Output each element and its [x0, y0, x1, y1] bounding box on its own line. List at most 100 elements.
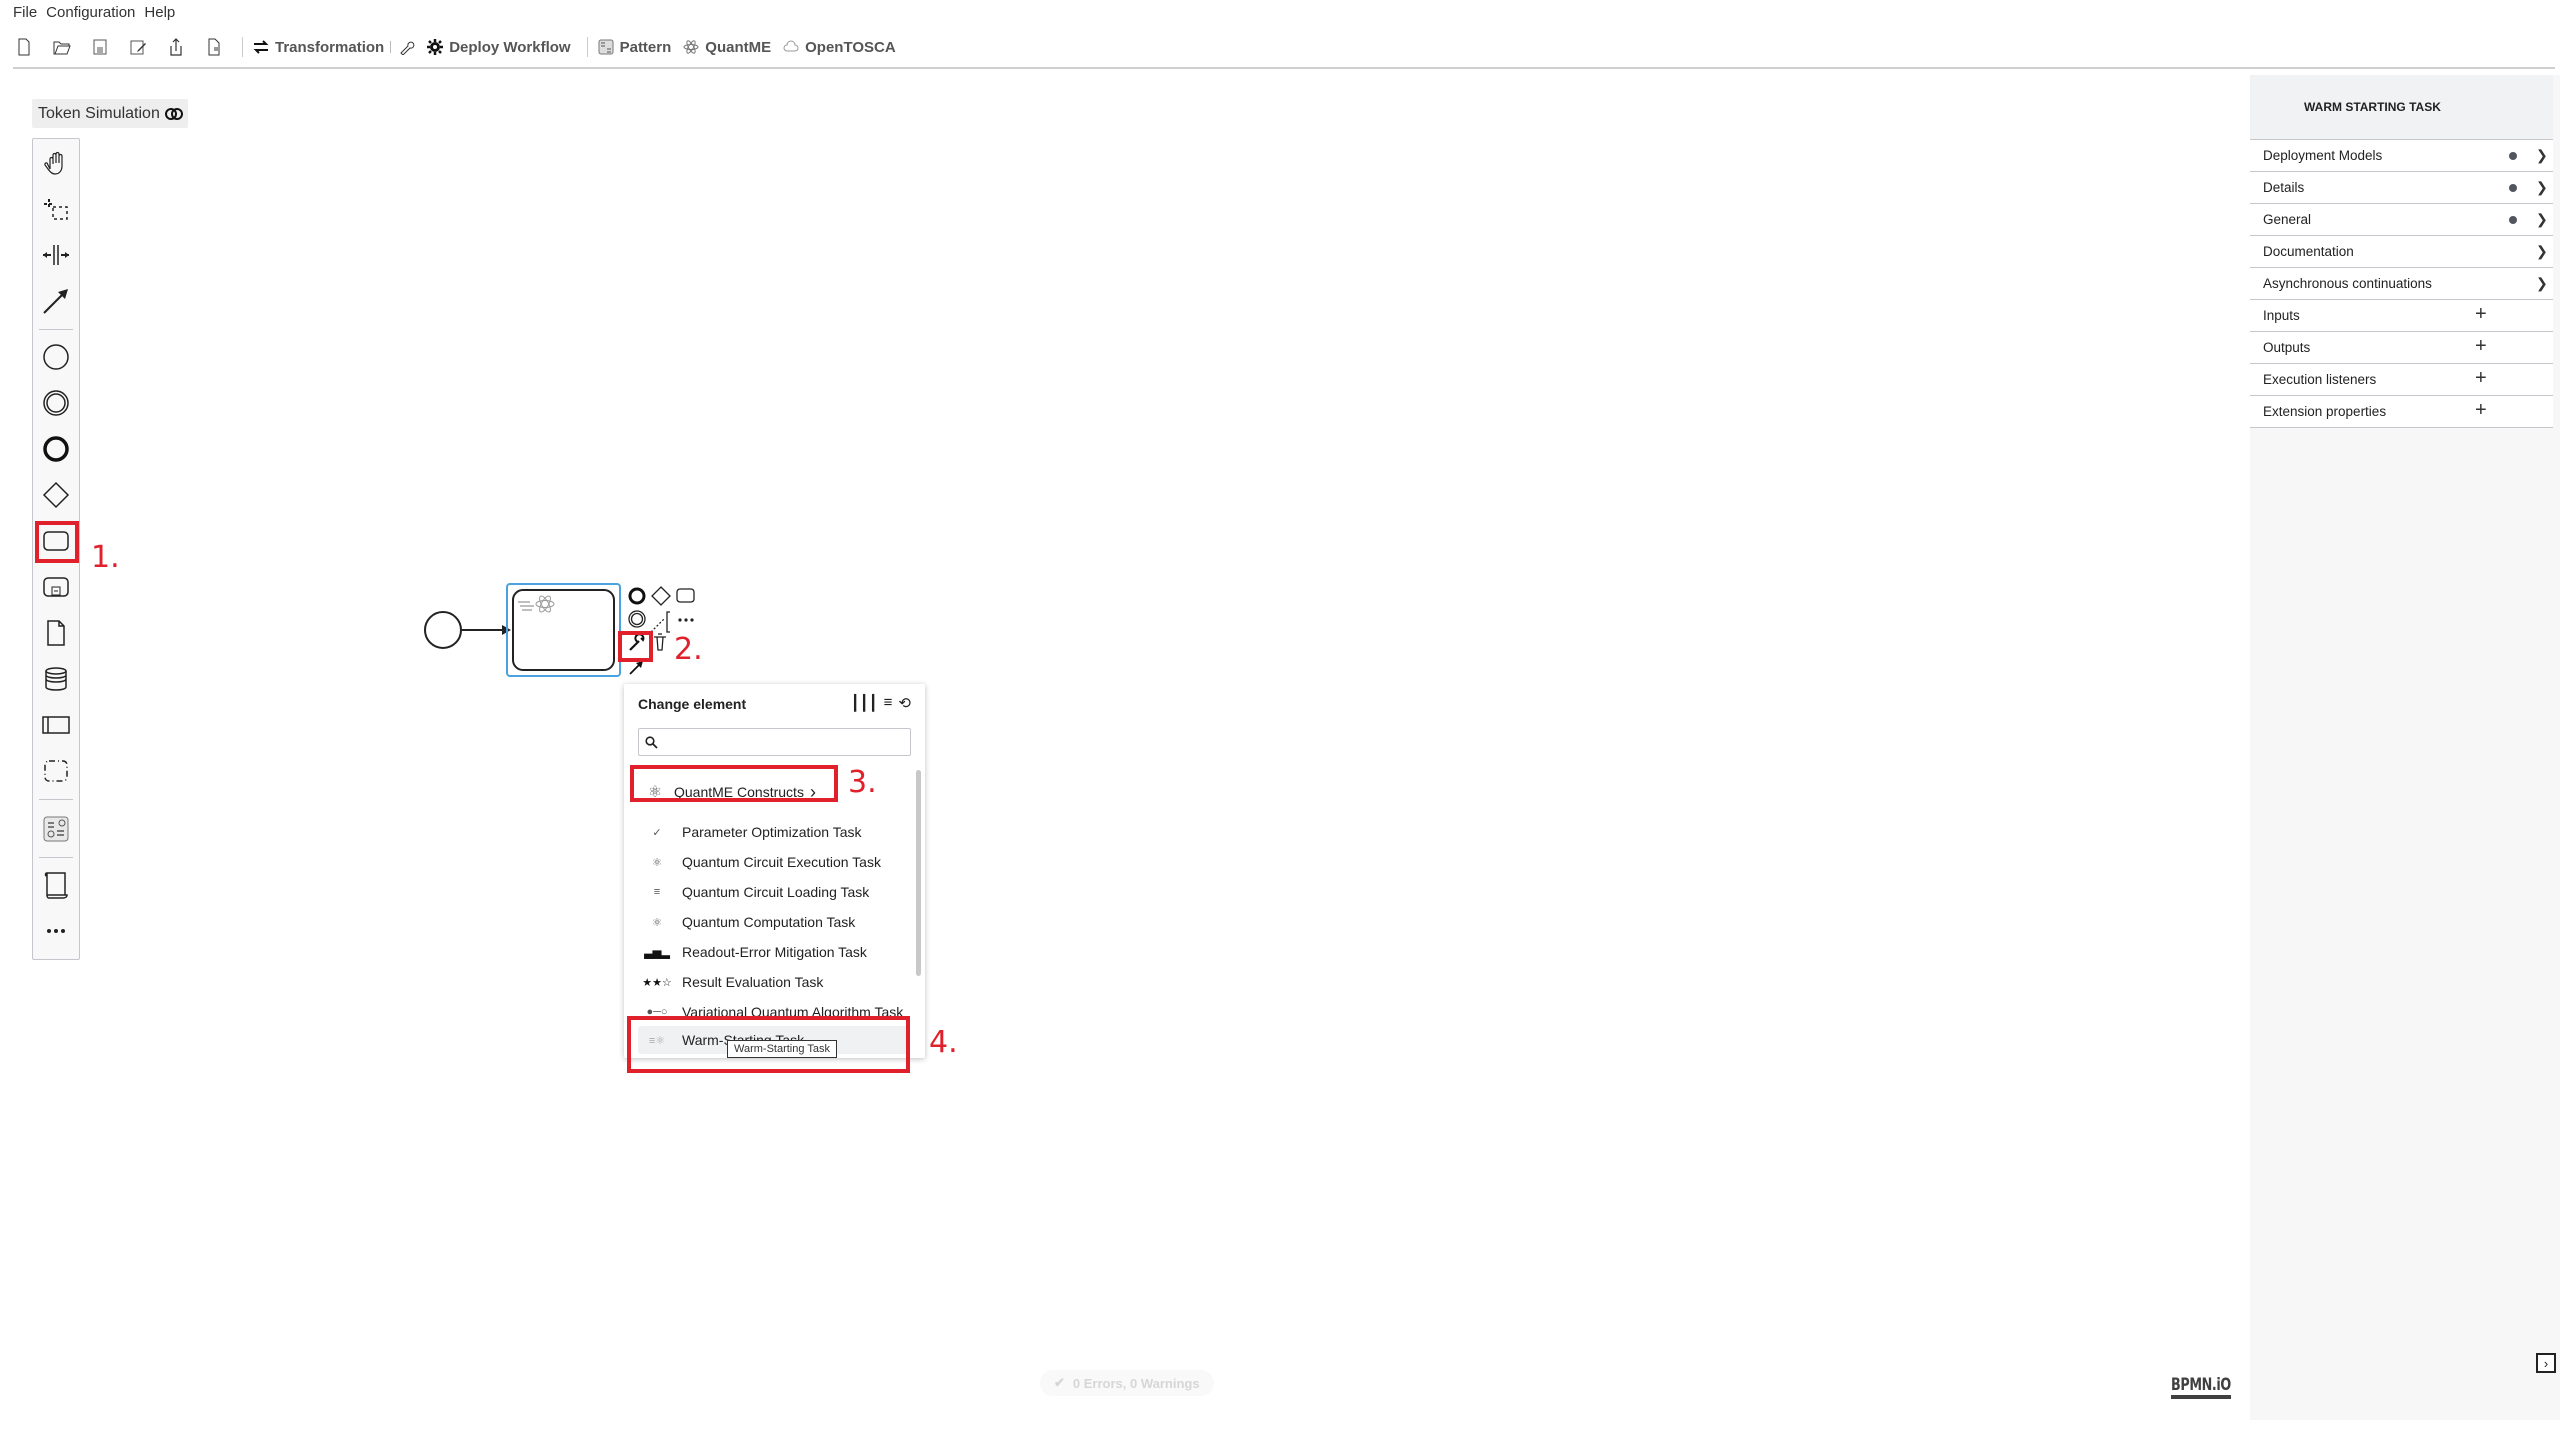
append-task-icon[interactable]	[676, 588, 695, 603]
group-asynchronous-continuations[interactable]: Asynchronous continuations ❯	[2250, 268, 2553, 300]
create-data-object[interactable]	[33, 613, 79, 653]
open-folder-icon[interactable]	[48, 35, 76, 59]
data-marker-dot	[2509, 152, 2517, 160]
palette-separator	[39, 799, 73, 800]
group-extension-properties[interactable]: Extension properties +	[2250, 396, 2553, 428]
start-event-icon	[43, 344, 69, 370]
readout-mitigation-icon: ▃▅▂	[644, 946, 670, 959]
menu-configuration[interactable]: Configuration	[46, 4, 135, 21]
popup-entry[interactable]: ▃▅▂ Readout-Error Mitigation Task	[638, 938, 908, 966]
create-start-event[interactable]	[33, 337, 79, 377]
ellipsis-icon	[47, 929, 65, 933]
append-gateway-icon[interactable]	[651, 586, 671, 606]
pattern-button[interactable]: Pattern	[598, 39, 671, 56]
chevron-right-icon: ❯	[2536, 243, 2548, 259]
transformation-label: Transformation	[275, 38, 385, 56]
export-icon[interactable]	[200, 35, 228, 59]
connect-arrow-icon[interactable]	[629, 661, 643, 675]
group-general[interactable]: General ❯	[2250, 204, 2553, 236]
start-event[interactable]	[424, 611, 462, 649]
create-subprocess[interactable]	[33, 567, 79, 607]
end-event-icon	[43, 436, 69, 462]
group-documentation[interactable]: Documentation ❯	[2250, 236, 2553, 268]
create-data-map[interactable]	[33, 865, 79, 905]
add-icon[interactable]: +	[2475, 367, 2487, 390]
text-annotation-icon[interactable]	[650, 611, 670, 633]
popup-entry[interactable]: ≡ Quantum Circuit Loading Task	[638, 878, 908, 906]
create-data-store[interactable]	[33, 659, 79, 699]
bpmn-io-logo[interactable]: BPMN.iO	[2171, 1375, 2231, 1399]
parameter-optimization-icon: ✓	[652, 826, 662, 839]
opentosca-button[interactable]: OpenTOSCA	[783, 39, 896, 56]
deploy-workflow-button[interactable]: Deploy Workflow	[427, 39, 571, 56]
palette-separator	[39, 857, 73, 858]
add-icon[interactable]: +	[2475, 303, 2487, 326]
chevron-right-icon: ❯	[2536, 211, 2548, 227]
transformation-button[interactable]: Transformation	[253, 39, 384, 56]
new-file-icon[interactable]	[10, 35, 38, 59]
search-icon	[645, 735, 658, 749]
lasso-icon	[44, 199, 68, 220]
add-icon[interactable]: +	[2475, 399, 2487, 422]
global-connect-tool[interactable]	[33, 281, 79, 321]
group-label: Documentation	[2263, 244, 2354, 259]
group-outputs[interactable]: Outputs +	[2250, 332, 2553, 364]
space-tool[interactable]	[33, 235, 79, 275]
refresh-icon[interactable]: ⟲	[898, 694, 911, 712]
save-as-icon[interactable]	[124, 35, 152, 59]
group-label: Asynchronous continuations	[2263, 276, 2432, 291]
properties-panel-toggle[interactable]: ›	[2536, 1353, 2556, 1373]
popup-search-input[interactable]	[658, 733, 910, 751]
linting-status[interactable]: ✔ 0 Errors, 0 Warnings	[1040, 1370, 1214, 1396]
more-tools-button[interactable]	[33, 911, 79, 951]
group-deployment-models[interactable]: Deployment Models ❯	[2250, 140, 2553, 172]
entry-label: Quantum Computation Task	[682, 914, 856, 930]
popup-entry[interactable]: ⚛ Quantum Circuit Execution Task	[638, 848, 908, 876]
save-icon[interactable]	[86, 35, 114, 59]
annotation-box-1	[35, 521, 79, 563]
group-execution-listeners[interactable]: Execution listeners +	[2250, 364, 2553, 396]
grid-view-icon[interactable]: ┃┃┃	[851, 694, 878, 712]
annotation-label-2: 2.	[674, 632, 703, 667]
properties-panel: WARM STARTING TASK Deployment Models ❯ D…	[2250, 75, 2560, 1420]
circuit-loading-icon: ≡	[653, 886, 661, 898]
create-pool[interactable]	[33, 705, 79, 745]
create-group[interactable]	[33, 751, 79, 791]
create-end-event[interactable]	[33, 429, 79, 469]
add-icon[interactable]: +	[2475, 335, 2487, 358]
append-intermediate-event-icon[interactable]	[628, 610, 646, 628]
properties-header: WARM STARTING TASK	[2250, 75, 2553, 140]
trash-icon[interactable]	[654, 633, 666, 651]
popup-entry[interactable]: ✓ Parameter Optimization Task	[638, 818, 908, 846]
more-options-icon[interactable]	[678, 618, 694, 622]
create-gateway[interactable]	[33, 475, 79, 515]
hand-tool[interactable]	[33, 143, 79, 183]
popup-search-field[interactable]	[638, 728, 911, 756]
hand-icon	[44, 151, 63, 175]
append-end-event-icon[interactable]	[628, 587, 646, 605]
token-simulation-toggle[interactable]: Token Simulation	[32, 99, 188, 128]
popup-entry[interactable]: ★★☆ Result Evaluation Task	[638, 968, 908, 996]
group-inputs[interactable]: Inputs +	[2250, 300, 2553, 332]
wrench-button[interactable]	[399, 39, 415, 55]
popup-scrollbar[interactable]	[916, 770, 921, 976]
entry-label: Quantum Circuit Loading Task	[682, 884, 870, 900]
pattern-selection-tool[interactable]	[33, 809, 79, 849]
menu-file[interactable]: File	[13, 4, 37, 21]
gateway-icon	[42, 481, 70, 509]
list-view-icon[interactable]: ≡	[884, 694, 893, 712]
popup-entry[interactable]: ⚛ Quantum Computation Task	[638, 908, 908, 936]
lasso-tool[interactable]	[33, 189, 79, 229]
data-marker-dot	[2509, 184, 2517, 192]
create-intermediate-event[interactable]	[33, 383, 79, 423]
change-element-popup: Change element ┃┃┃ ≡ ⟲ ⚛ QuantME Constru…	[624, 684, 925, 1058]
annotation-label-1: 1.	[91, 540, 120, 575]
menu-help[interactable]: Help	[144, 4, 175, 21]
tooltip: Warm-Starting Task	[727, 1040, 837, 1058]
quantme-button[interactable]: QuantME	[683, 39, 771, 56]
toolbar-separator	[390, 41, 392, 53]
group-details[interactable]: Details ❯	[2250, 172, 2553, 204]
entry-label: Quantum Circuit Execution Task	[682, 854, 881, 870]
data-object-icon	[47, 620, 65, 646]
upload-icon[interactable]	[162, 35, 190, 59]
